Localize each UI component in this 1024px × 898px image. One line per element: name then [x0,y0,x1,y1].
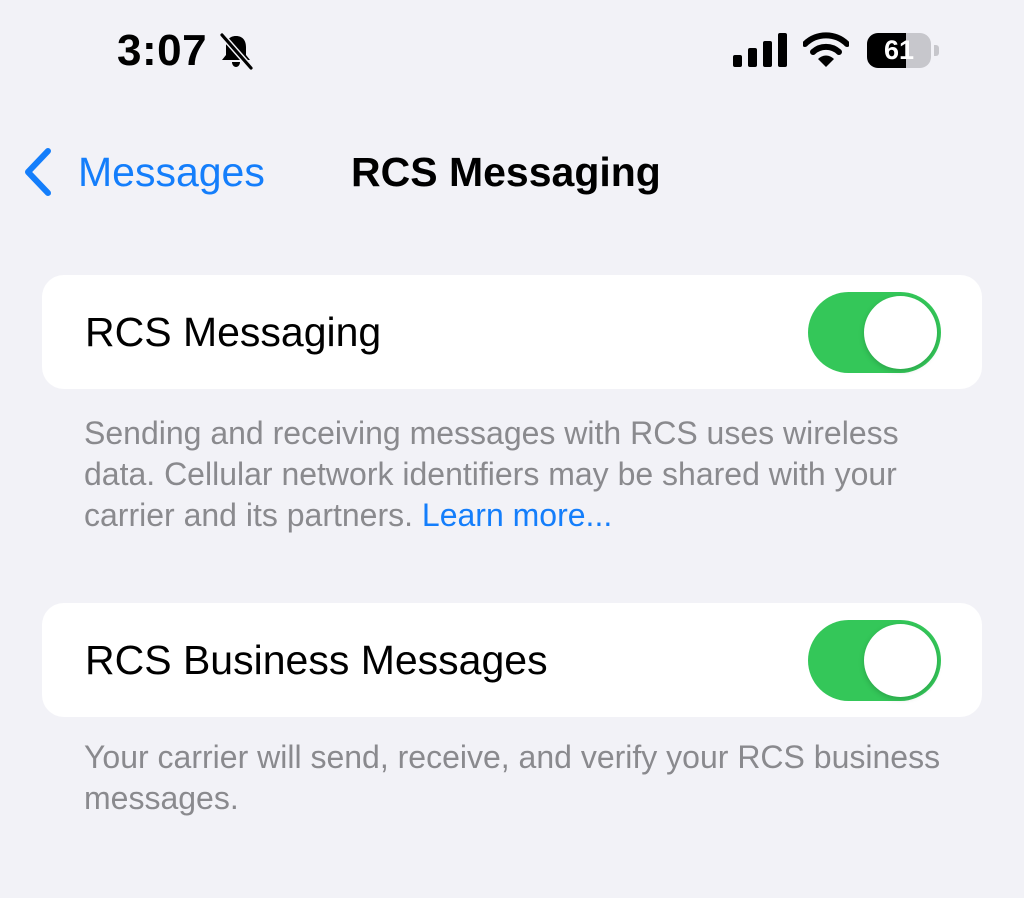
rcs-business-messages-row: RCS Business Messages [42,603,982,717]
cellular-signal-icon [733,33,787,67]
toggle-knob [864,296,937,369]
rcs-business-messages-footer: Your carrier will send, receive, and ver… [84,737,964,819]
back-button[interactable]: Messages [20,140,265,204]
rcs-messaging-row: RCS Messaging [42,275,982,389]
page-title: RCS Messaging [351,149,661,195]
battery-percent: 61 [883,35,915,65]
rcs-messaging-footer: Sending and receiving messages with RCS … [84,413,964,536]
chevron-left-icon [25,148,51,196]
rcs-messaging-toggle[interactable] [808,292,941,373]
wifi-icon [803,32,849,67]
battery-indicator: 61 [867,33,939,68]
battery-body: 61 [867,33,931,68]
status-time: 3:07 [117,26,208,75]
rcs-messaging-label: RCS Messaging [85,309,382,355]
bell-slash-icon [219,32,254,71]
rcs-business-messages-label: RCS Business Messages [85,637,548,683]
learn-more-link[interactable]: Learn more... [422,497,612,533]
settings-screen: 3:07 61 Messages RCS Messaging RCS Messa… [0,0,1024,898]
back-label: Messages [78,149,265,195]
rcs-business-messages-toggle[interactable] [808,620,941,701]
battery-cap [934,45,939,56]
rcs-business-messages-footer-text: Your carrier will send, receive, and ver… [84,739,941,816]
toggle-knob [864,624,937,697]
